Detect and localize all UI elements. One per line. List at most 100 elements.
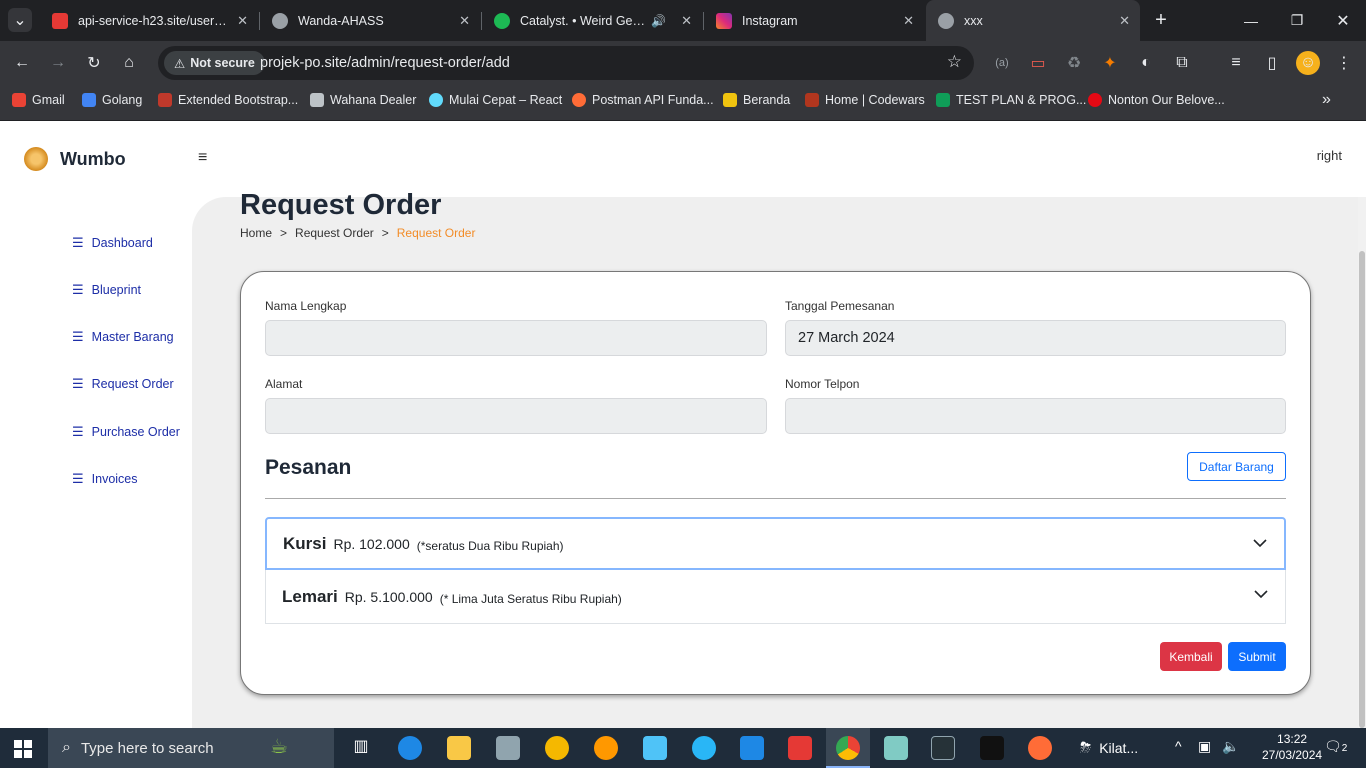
sidebar-item-master-barang[interactable]: ☰ Master Barang <box>72 329 174 345</box>
order-item-kursi[interactable]: Kursi Rp. 102.000 (*seratus Dua Ribu Rup… <box>265 517 1286 570</box>
tab-search-chevron-icon[interactable]: ⌄ <box>8 8 32 32</box>
notification-icon[interactable]: 🗨2 <box>1324 738 1347 755</box>
bookmark-star-icon[interactable]: ☆ <box>947 52 962 72</box>
app-icon[interactable] <box>643 736 667 760</box>
chrome-taskbar-active[interactable] <box>826 728 870 768</box>
bookmark-beranda[interactable]: Beranda <box>723 93 790 107</box>
tab-catalyst[interactable]: Catalyst. • Weird Genius, 🔊 ✕ <box>482 0 702 41</box>
reload-icon[interactable]: ↻ <box>82 51 106 75</box>
tab-favicon-icon <box>272 12 288 29</box>
daftar-barang-button[interactable]: Daftar Barang <box>1187 452 1286 481</box>
app-icon[interactable] <box>496 736 520 760</box>
app-icon[interactable] <box>692 736 716 760</box>
weather-widget[interactable]: ⛈ Kilat... <box>1080 739 1138 756</box>
tab-api-service[interactable]: api-service-h23.site/user-ma ✕ <box>40 0 258 41</box>
media-icon[interactable]: ≡ <box>1224 51 1248 75</box>
tab-wanda-ahass[interactable]: Wanda-AHASS ✕ <box>260 0 480 41</box>
tab-close-icon[interactable]: ✕ <box>681 13 692 29</box>
speaker-icon[interactable]: 🔊 <box>651 14 666 28</box>
order-item-lemari[interactable]: Lemari Rp. 5.100.000 (* Lima Juta Seratu… <box>265 570 1286 624</box>
bookmark-golang[interactable]: Golang <box>82 93 142 107</box>
tanggal-pemesanan-input[interactable]: 27 March 2024 <box>785 320 1286 356</box>
extension-icon[interactable]: ▭ <box>1026 51 1050 75</box>
app-icon[interactable] <box>545 736 569 760</box>
hamburger-menu-icon[interactable]: ≡ <box>198 149 207 167</box>
brand[interactable]: Wumbo <box>24 147 126 171</box>
app-icon[interactable] <box>788 736 812 760</box>
app-icon[interactable] <box>884 736 908 760</box>
profile-avatar[interactable]: ☺ <box>1296 51 1320 75</box>
tray-chevron-icon[interactable]: ^ <box>1175 738 1182 754</box>
app-icon[interactable] <box>594 736 618 760</box>
tab-xxx[interactable]: xxx ✕ <box>926 0 1140 41</box>
sidebar-item-label: Purchase Order <box>91 425 180 439</box>
tab-instagram[interactable]: Instagram ✕ <box>704 0 924 41</box>
file-explorer-icon[interactable] <box>447 736 471 760</box>
tab-close-icon[interactable]: ✕ <box>459 13 470 29</box>
windows-start-icon[interactable] <box>14 740 32 758</box>
side-panel-icon[interactable]: ▯ <box>1260 51 1284 75</box>
sidebar-item-purchase-order[interactable]: ☰ Purchase Order <box>72 424 180 440</box>
edge-icon[interactable] <box>398 736 422 760</box>
tab-close-icon[interactable]: ✕ <box>903 13 914 29</box>
sidebar-item-dashboard[interactable]: ☰ Dashboard <box>72 235 153 251</box>
puzzle-icon[interactable]: ⧉ <box>1170 51 1194 75</box>
bookmark-nonton[interactable]: Nonton Our Belove... <box>1088 93 1225 107</box>
tab-close-icon[interactable]: ✕ <box>1119 13 1130 29</box>
back-icon[interactable]: ← <box>10 51 34 75</box>
clock[interactable]: 13:22 27/03/2024 <box>1262 731 1322 763</box>
sidebar-item-blueprint[interactable]: ☰ Blueprint <box>72 282 141 298</box>
scrollbar-thumb[interactable] <box>1359 251 1365 728</box>
request-order-card: Nama Lengkap Tanggal Pemesanan 27 March … <box>240 271 1311 695</box>
terminal-icon[interactable] <box>931 736 955 760</box>
forward-icon[interactable]: → <box>46 51 70 75</box>
home-icon[interactable]: ⌂ <box>117 51 141 75</box>
nama-lengkap-input[interactable] <box>265 320 767 356</box>
url-text[interactable]: projek-po.site/admin/request-order/add <box>260 55 510 71</box>
bookmark-postman[interactable]: Postman API Funda... <box>572 93 714 107</box>
sidebar-item-request-order[interactable]: ☰ Request Order <box>72 376 174 392</box>
web-page: Wumbo ≡ right ☰ Dashboard ☰ Blueprint ☰ Mas… <box>0 121 1366 728</box>
bookmarks-overflow-icon[interactable]: » <box>1322 91 1331 109</box>
taskbar-search[interactable]: ⌕ Type here to search ☕ <box>48 728 334 768</box>
main-content: Request Order Home > Request Order > Req… <box>192 189 1358 728</box>
bookmark-codewars[interactable]: Home | Codewars <box>805 93 925 107</box>
minimize-icon[interactable]: — <box>1228 0 1274 41</box>
globe-icon <box>938 12 954 29</box>
extension-icon[interactable]: ✦ <box>1098 51 1122 75</box>
security-chip[interactable]: ⚠ Not secure <box>164 51 265 75</box>
menu-kebab-icon[interactable]: ⋮ <box>1332 51 1356 75</box>
alamat-input[interactable] <box>265 398 767 434</box>
nomor-telpon-input[interactable] <box>785 398 1286 434</box>
vscode-icon[interactable] <box>740 736 764 760</box>
app-icon[interactable] <box>1028 736 1052 760</box>
sidebar-item-invoices[interactable]: ☰ Invoices <box>72 471 138 487</box>
bookmark-test-plan[interactable]: TEST PLAN & PROG... <box>936 93 1086 107</box>
kembali-button[interactable]: Kembali <box>1160 642 1222 671</box>
new-tab-icon[interactable]: + <box>1149 8 1173 32</box>
bookmark-gmail[interactable]: Gmail <box>12 93 65 107</box>
app-icon[interactable] <box>980 736 1004 760</box>
extension-icon[interactable]: ♻ <box>1062 51 1086 75</box>
tab-title: Instagram <box>742 13 798 28</box>
close-window-icon[interactable]: ✕ <box>1320 0 1366 41</box>
chevron-down-icon[interactable] <box>1253 586 1269 602</box>
item-price: Rp. 5.100.000 <box>344 588 433 605</box>
breadcrumb-parent[interactable]: Request Order <box>295 226 374 240</box>
tab-close-icon[interactable]: ✕ <box>237 13 248 29</box>
extension-icon[interactable]: (a) <box>990 51 1014 75</box>
bookmark-extended-bootstrap[interactable]: Extended Bootstrap... <box>158 93 298 107</box>
volume-icon[interactable]: 🔈 <box>1222 738 1239 755</box>
bookmark-react[interactable]: Mulai Cepat – React <box>429 93 562 107</box>
chevron-down-icon[interactable] <box>1252 535 1268 551</box>
task-view-icon[interactable]: ▥ <box>349 736 373 760</box>
submit-button[interactable]: Submit <box>1228 642 1286 671</box>
item-name: Kursi <box>283 533 327 553</box>
list-icon: ☰ <box>72 376 84 391</box>
address-bar[interactable]: ⚠ Not secure projek-po.site/admin/reques… <box>158 46 974 80</box>
restore-icon[interactable]: ❐ <box>1274 0 1320 41</box>
breadcrumb-home[interactable]: Home <box>240 226 272 240</box>
bookmark-wahana-dealer[interactable]: Wahana Dealer <box>310 93 416 107</box>
extension-icon[interactable]: ◐ <box>1134 51 1158 75</box>
network-icon[interactable]: ▣ <box>1198 738 1211 755</box>
